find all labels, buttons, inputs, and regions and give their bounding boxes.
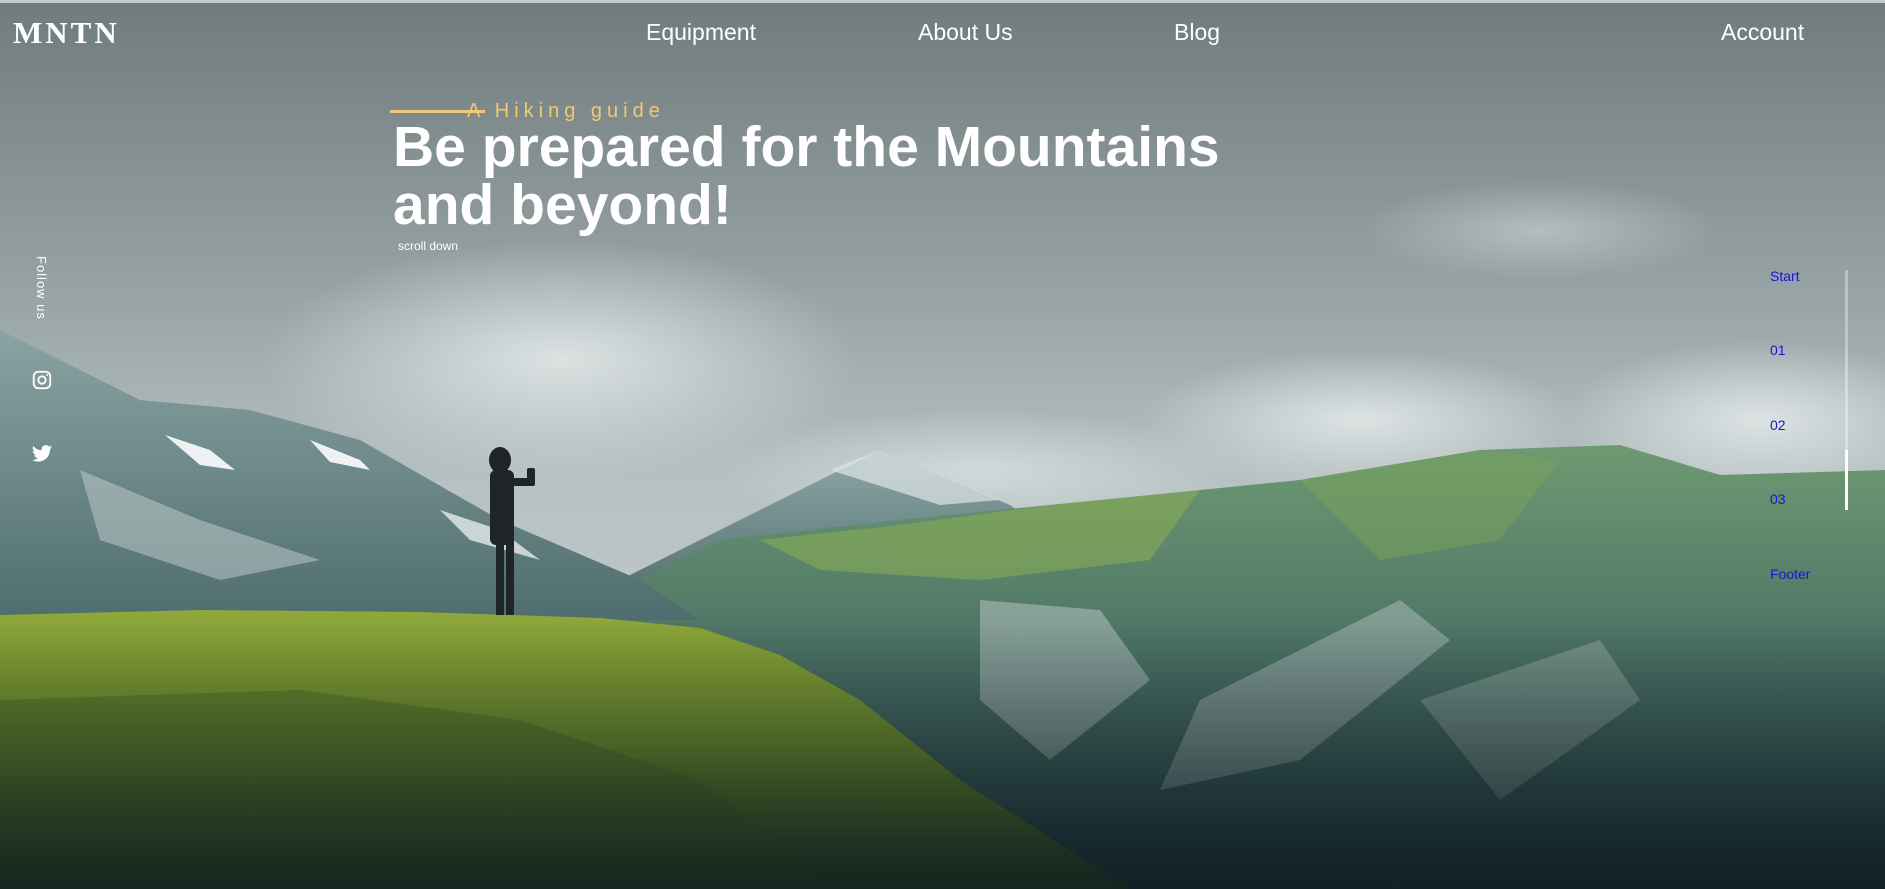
account-link[interactable]: Account (1721, 19, 1804, 46)
section-link-03[interactable]: 03 (1770, 491, 1786, 507)
section-progress-track[interactable] (1845, 270, 1848, 510)
scroll-down-link[interactable]: scroll down (398, 239, 458, 253)
section-link-01[interactable]: 01 (1770, 342, 1786, 358)
section-link-02[interactable]: 02 (1770, 417, 1786, 433)
site-logo[interactable]: MNTN (13, 15, 120, 51)
nav-equipment[interactable]: Equipment (646, 19, 756, 46)
follow-us-label: Follow us (34, 256, 49, 320)
instagram-icon[interactable] (31, 369, 53, 391)
section-link-footer[interactable]: Footer (1770, 566, 1810, 582)
twitter-icon[interactable] (31, 443, 53, 465)
hero-headline-line-1: Be prepared for the Mountains (393, 115, 1220, 179)
section-progress-indicator[interactable] (1845, 450, 1848, 510)
hero-headline: Be prepared for the Mountains and beyond… (393, 118, 1293, 234)
nav-blog[interactable]: Blog (1174, 19, 1220, 46)
top-border (0, 0, 1885, 3)
section-link-start[interactable]: Start (1770, 268, 1800, 284)
nav-about-us[interactable]: About Us (918, 19, 1013, 46)
hero-headline-line-2: and beyond! (393, 173, 732, 237)
